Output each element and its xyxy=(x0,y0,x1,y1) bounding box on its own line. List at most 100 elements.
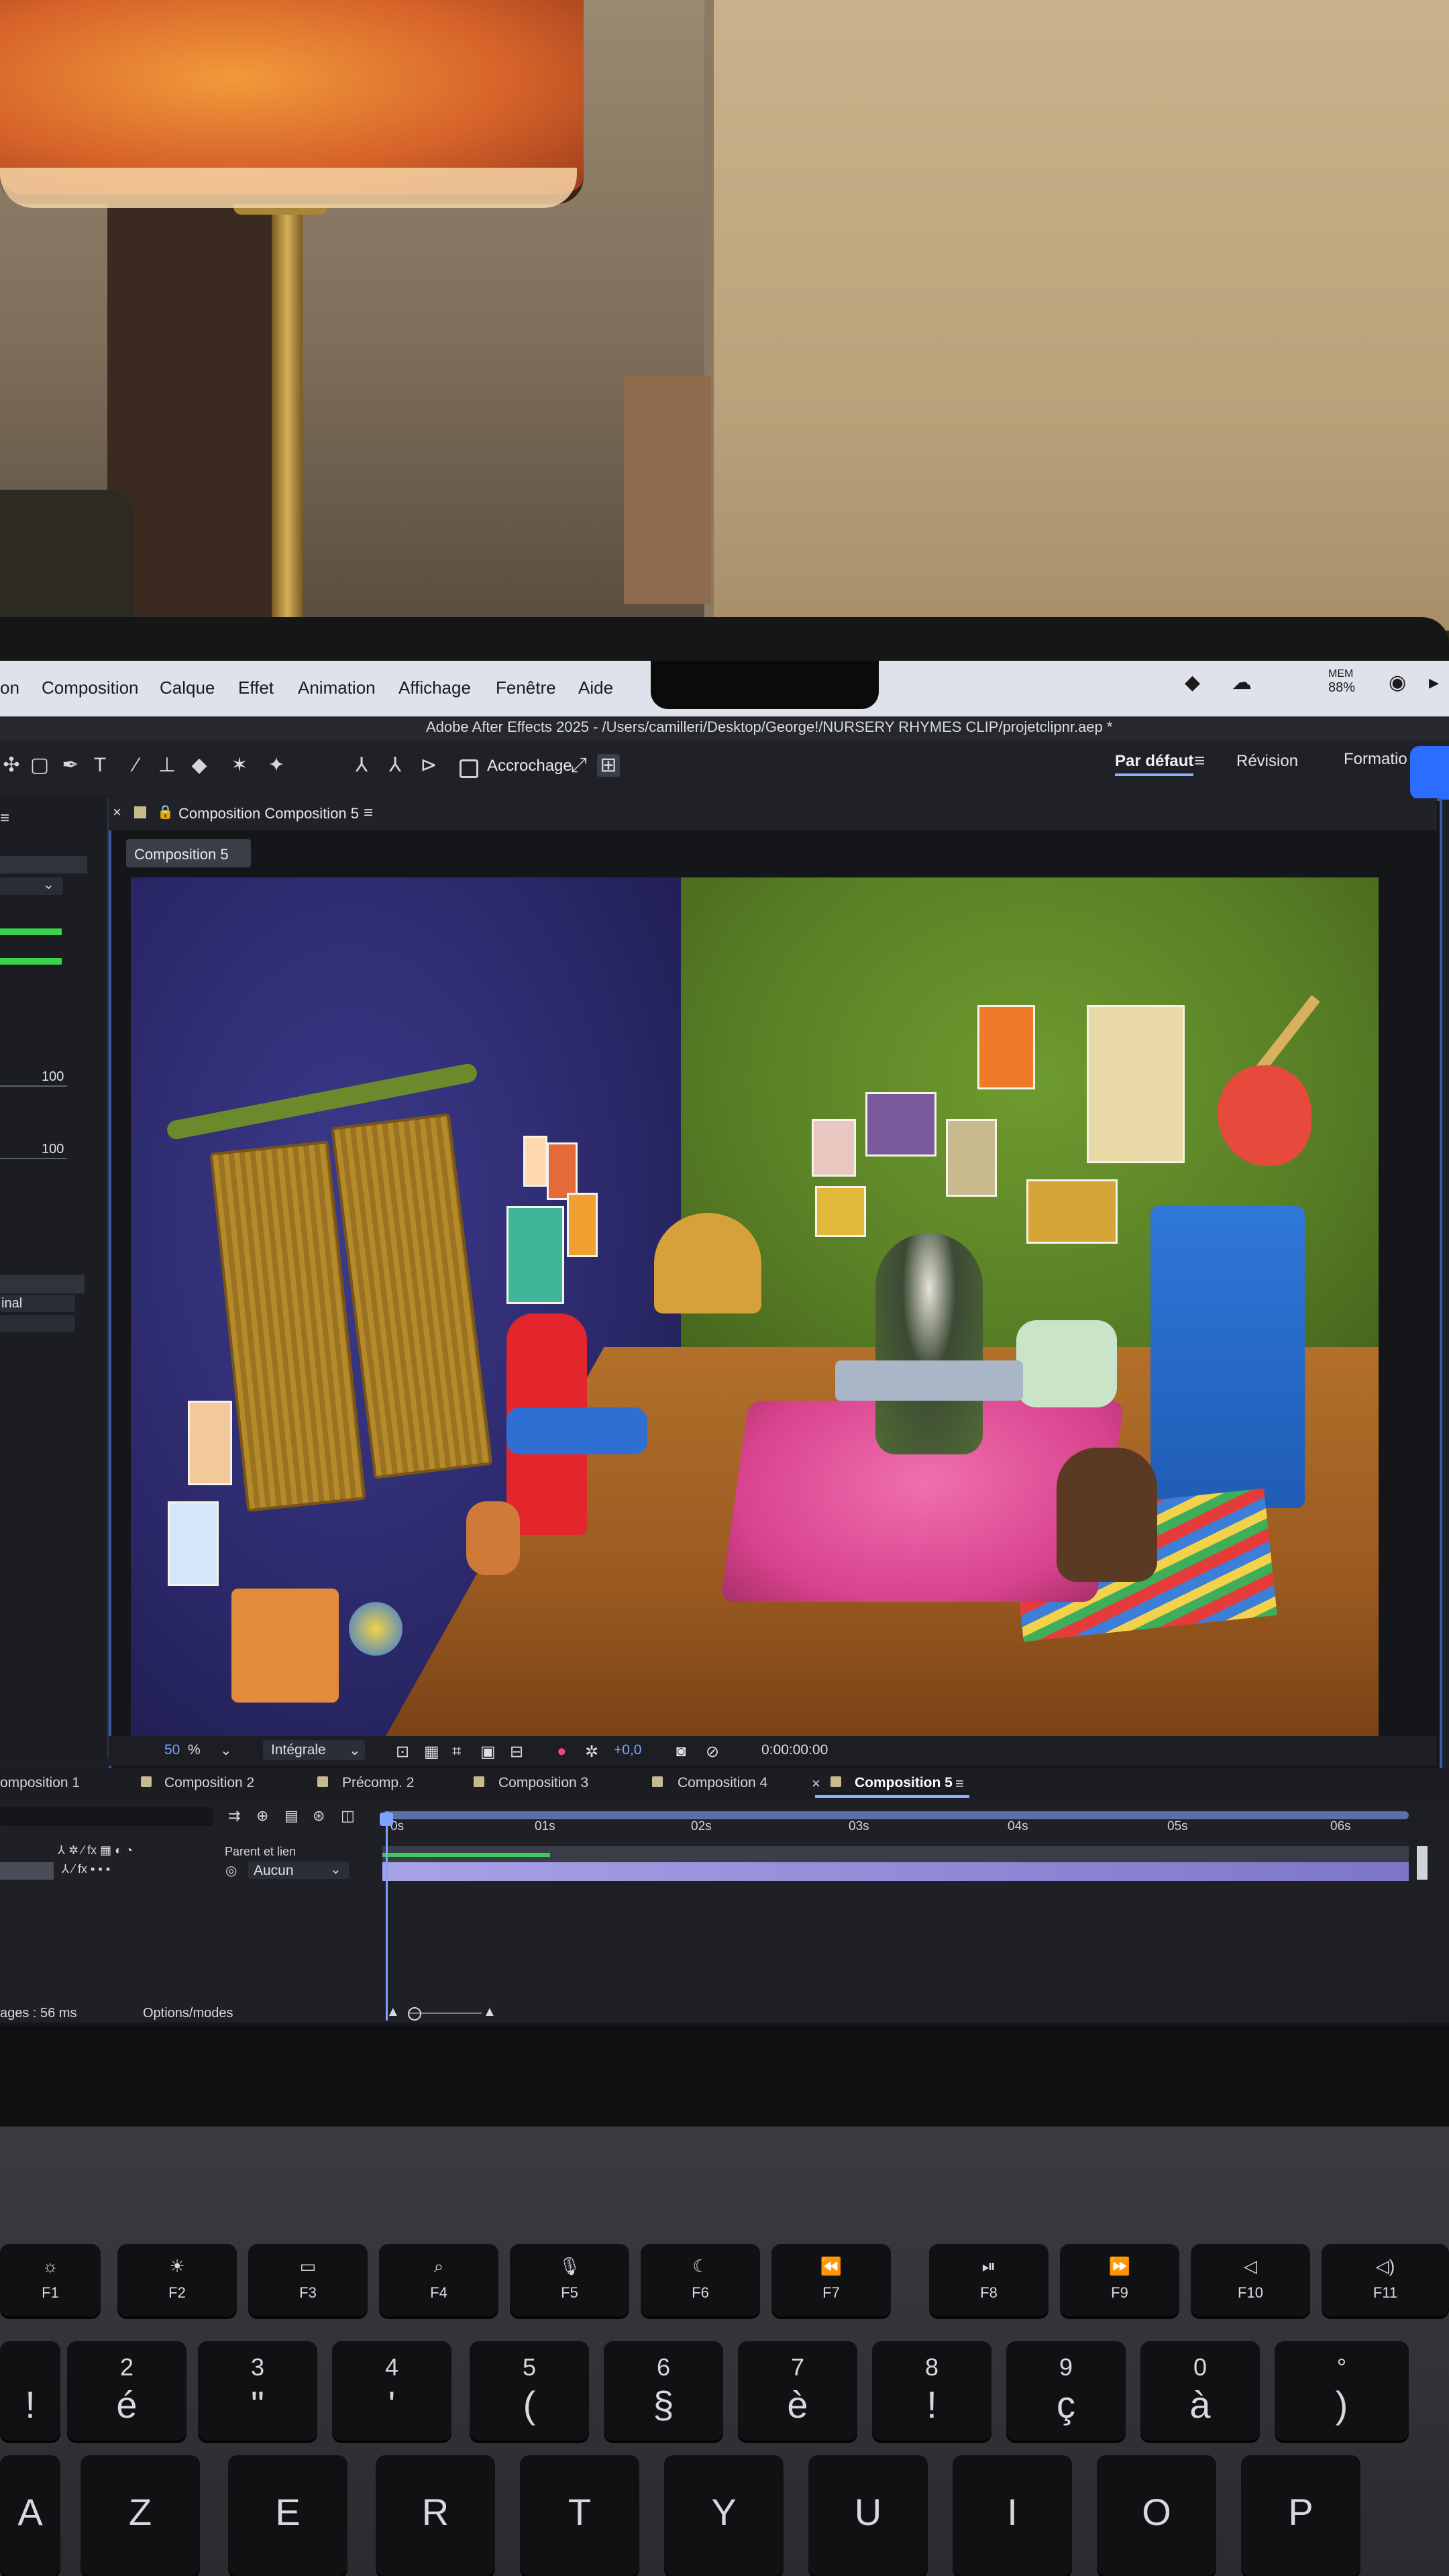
tab-composition-2[interactable]: Composition 2 xyxy=(164,1775,254,1791)
draft-3d-icon[interactable]: ⊕ xyxy=(256,1807,268,1825)
key-f4[interactable]: ⌕ F4 xyxy=(379,2244,498,2316)
move-tool-icon[interactable]: ✣ xyxy=(0,754,23,777)
diamond-icon[interactable]: ◆ xyxy=(1185,671,1200,694)
chevron-down-icon[interactable]: ⌄ xyxy=(220,1742,232,1759)
property-value-1[interactable]: 100 xyxy=(42,1069,64,1085)
region-of-interest-icon[interactable]: ⊡ xyxy=(396,1742,409,1762)
key-o[interactable]: O xyxy=(1097,2455,1216,2576)
creative-cloud-icon[interactable]: ☁ xyxy=(1232,671,1252,694)
layer-switches[interactable]: ⅄ ⁄ fx ▪ ▪ ▪ xyxy=(62,1862,110,1876)
key-7[interactable]: 7è xyxy=(738,2341,857,2440)
tab-composition-3[interactable]: Composition 3 xyxy=(498,1775,588,1791)
key-p[interactable]: P xyxy=(1241,2455,1360,2576)
eraser-tool-icon[interactable]: ◆ xyxy=(188,754,211,777)
key-5[interactable]: 5( xyxy=(470,2341,589,2440)
menu-item-help[interactable]: Aide xyxy=(578,678,613,698)
user-icon[interactable]: ◉ xyxy=(1389,671,1406,694)
key-1[interactable]: ! xyxy=(0,2341,60,2440)
axis-local-icon[interactable]: ⅄ xyxy=(350,754,373,777)
timeline-search-input[interactable] xyxy=(0,1807,213,1826)
frame-blending-icon[interactable]: ⊛ xyxy=(313,1807,325,1825)
key-8[interactable]: 8! xyxy=(872,2341,991,2440)
key-f8[interactable]: ⏯ F8 xyxy=(929,2244,1049,2316)
guides-icon[interactable]: ▣ xyxy=(480,1742,496,1762)
property-value-2[interactable]: 100 xyxy=(42,1142,64,1157)
snap-checkbox[interactable] xyxy=(460,759,478,778)
time-navigator[interactable] xyxy=(382,1811,1409,1819)
key-f10[interactable]: ◁ F10 xyxy=(1191,2244,1310,2316)
workspace-default[interactable]: Par défaut xyxy=(1115,752,1194,776)
menu-item-view[interactable]: Affichage xyxy=(398,678,471,698)
secondary-select[interactable] xyxy=(0,1315,75,1332)
key-f9[interactable]: ⏩ F9 xyxy=(1060,2244,1179,2316)
key-f6[interactable]: ☾ F6 xyxy=(641,2244,760,2316)
exposure-value[interactable]: +0,0 xyxy=(614,1742,641,1758)
pick-whip-icon[interactable]: ◎ xyxy=(225,1862,237,1879)
key-u[interactable]: U xyxy=(808,2455,928,2576)
slider-track-2[interactable] xyxy=(0,1158,67,1159)
layer-duration-bar[interactable] xyxy=(382,1862,1409,1881)
key-6[interactable]: 6 § xyxy=(604,2341,723,2440)
key-a[interactable]: A xyxy=(0,2455,60,2576)
composition-flowchart-icon[interactable]: ⇉ xyxy=(228,1807,240,1825)
stamp-tool-icon[interactable]: ⊥ xyxy=(156,754,178,777)
rectangle-tool-icon[interactable]: ▢ xyxy=(28,754,51,777)
menu-item-app[interactable]: on xyxy=(0,678,19,698)
text-tool-icon[interactable]: T xyxy=(89,754,111,777)
key-y[interactable]: Y xyxy=(664,2455,784,2576)
zoom-out-icon[interactable]: ▲ xyxy=(386,2004,400,2020)
key-e[interactable]: E xyxy=(228,2455,347,2576)
graph-editor-icon[interactable]: ◫ xyxy=(341,1807,355,1825)
key-f11[interactable]: ◁) F11 xyxy=(1322,2244,1449,2316)
menu-item-window[interactable]: Fenêtre xyxy=(496,678,556,698)
lock-icon[interactable]: 🔒 xyxy=(157,804,174,820)
layer-name-cell[interactable] xyxy=(0,1862,54,1880)
close-icon[interactable]: × xyxy=(113,804,121,821)
key-f2[interactable]: ☀ F2 xyxy=(117,2244,237,2316)
workspace-review[interactable]: Révision xyxy=(1236,752,1298,771)
mask-toggle-icon[interactable]: ⌗ xyxy=(452,1742,462,1761)
zoom-in-icon[interactable]: ▲ xyxy=(483,2004,496,2020)
share-icon[interactable] xyxy=(1410,746,1449,800)
channel-icon[interactable]: ⊟ xyxy=(510,1742,523,1762)
key-f7[interactable]: ⏪ F7 xyxy=(771,2244,891,2316)
menu-item-effect[interactable]: Effet xyxy=(238,678,274,698)
key-4[interactable]: 4 ' xyxy=(332,2341,451,2440)
key-t[interactable]: T xyxy=(520,2455,639,2576)
menu-item-animation[interactable]: Animation xyxy=(298,678,376,698)
panel-menu-icon[interactable]: ≡ xyxy=(364,804,373,822)
workspace-menu-icon[interactable]: ≡ xyxy=(1194,750,1205,771)
current-time-indicator[interactable] xyxy=(386,1811,388,2021)
snapshot-icon[interactable]: ◙ xyxy=(676,1742,686,1761)
axis-world-icon[interactable]: ⅄ xyxy=(384,754,407,777)
key-f5[interactable]: 🎙 F5 xyxy=(510,2244,629,2316)
slider-track-1[interactable] xyxy=(0,1085,67,1087)
transparency-grid-icon[interactable]: ▦ xyxy=(424,1742,439,1762)
key-0[interactable]: 0à xyxy=(1140,2341,1260,2440)
toggle-switches-modes[interactable]: Options/modes xyxy=(143,2006,233,2021)
current-time[interactable]: 0:00:00:00 xyxy=(761,1742,828,1758)
snap-toggle-icon[interactable]: ⊞ xyxy=(597,754,620,777)
key-degree[interactable]: °) xyxy=(1275,2341,1409,2440)
key-f1[interactable]: ☼ F1 xyxy=(0,2244,101,2316)
key-3[interactable]: 3 " xyxy=(198,2341,317,2440)
playhead-handle[interactable] xyxy=(380,1813,393,1826)
puppet-tool-icon[interactable]: ✦ xyxy=(265,754,288,777)
control-icon[interactable]: ▸ xyxy=(1429,671,1439,694)
exposure-reset-icon[interactable]: ✲ xyxy=(585,1742,598,1762)
key-z[interactable]: Z xyxy=(80,2455,200,2576)
show-snapshot-icon[interactable]: ⊘ xyxy=(706,1742,719,1762)
key-2[interactable]: 2é xyxy=(67,2341,186,2440)
workspace-training[interactable]: Formatio xyxy=(1344,750,1407,769)
color-channels-icon[interactable]: ● xyxy=(557,1742,567,1761)
zoom-level[interactable]: 50 xyxy=(164,1742,180,1758)
snap-options-icon[interactable]: ⤢ xyxy=(568,754,590,777)
panel-menu-icon[interactable]: ≡ xyxy=(955,1775,964,1792)
shy-layers-icon[interactable]: ▤ xyxy=(284,1807,299,1825)
menu-item-layer[interactable]: Calque xyxy=(160,678,215,698)
timeline-scrollbar[interactable] xyxy=(1417,1846,1428,1880)
key-9[interactable]: 9ç xyxy=(1006,2341,1126,2440)
menu-item-composition[interactable]: Composition xyxy=(42,678,139,698)
panel-menu-icon[interactable]: ≡ xyxy=(0,809,9,828)
pen-tool-icon[interactable]: ✒ xyxy=(59,754,82,777)
